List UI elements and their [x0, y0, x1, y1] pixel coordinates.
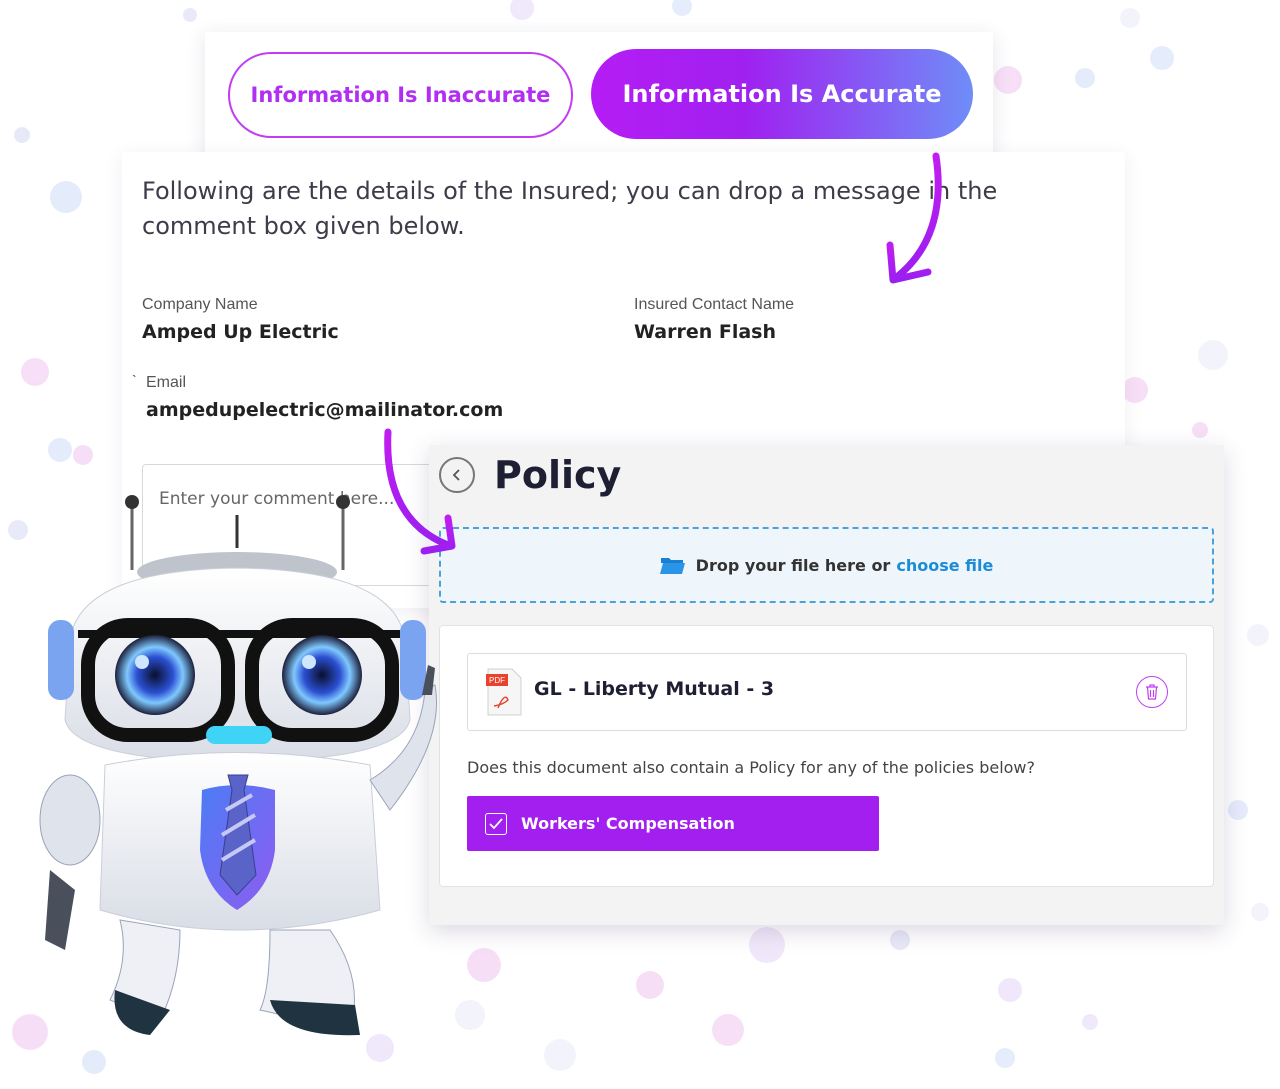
stray-mark: ` [132, 372, 137, 388]
trash-icon [1146, 684, 1158, 700]
robot-mascot-illustration [39, 495, 438, 1036]
contact-name-label: Insured Contact Name [634, 296, 795, 313]
delete-file-button[interactable] [1136, 676, 1168, 708]
company-name-label: Company Name [142, 296, 258, 313]
company-name-value: Amped Up Electric [142, 321, 339, 343]
information-accurate-button[interactable]: Information Is Accurate [591, 49, 973, 139]
file-dropzone[interactable]: Drop your file here or choose file [439, 527, 1214, 603]
contact-name-value: Warren Flash [634, 321, 777, 343]
back-chevron-icon [452, 469, 460, 481]
back-button[interactable] [439, 457, 475, 493]
information-inaccurate-button[interactable]: Information Is Inaccurate [228, 52, 573, 138]
pdf-badge: PDF [489, 676, 505, 685]
email-value: ampedupelectric@mailinator.com [146, 399, 504, 421]
folder-open-icon [659, 558, 685, 574]
file-name: GL - Liberty Mutual - 3 [534, 678, 775, 700]
policy-question: Does this document also contain a Policy… [467, 758, 1035, 777]
choose-file-link[interactable]: choose file [896, 556, 993, 575]
uploaded-file-card: PDF GL - Liberty Mutual - 3 Does this do… [439, 625, 1214, 887]
checkbox-check-icon[interactable] [485, 812, 507, 835]
policy-panel: Policy Drop your file here or choose fil… [429, 445, 1224, 925]
verification-actions: Information Is Inaccurate Information Is… [205, 32, 993, 160]
workers-compensation-label: Workers' Compensation [521, 814, 735, 833]
policy-title: Policy [494, 453, 622, 497]
pdf-file-icon: PDF [486, 668, 522, 716]
workers-compensation-option[interactable]: Workers' Compensation [467, 796, 879, 851]
email-label: Email [146, 374, 187, 391]
uploaded-file-item: PDF GL - Liberty Mutual - 3 [467, 653, 1187, 731]
intro-text: Following are the details of the Insured… [142, 177, 998, 240]
dropzone-text: Drop your file here or [695, 555, 891, 575]
